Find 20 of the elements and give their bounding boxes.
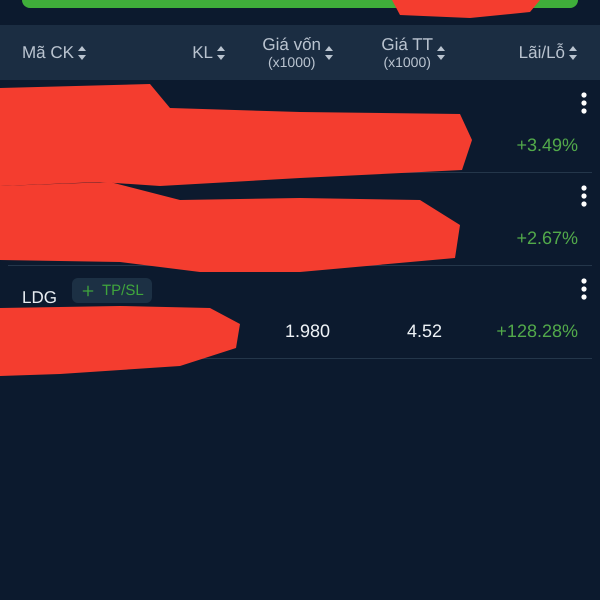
tp-sl-badge[interactable]: TP/SL xyxy=(72,278,152,303)
more-icon[interactable] xyxy=(581,185,587,207)
profit-percent: +128.28% xyxy=(496,320,578,342)
column-header[interactable]: KL xyxy=(192,43,213,62)
column-header[interactable]: Mã CK xyxy=(22,43,74,62)
more-icon[interactable] xyxy=(581,278,587,300)
column-header[interactable]: Giá vốn (x1000) xyxy=(262,34,321,70)
table-cell: 1.980 xyxy=(284,320,330,342)
profit-percent: +3.49% xyxy=(516,134,578,156)
column-header[interactable]: Lãi/Lỗ xyxy=(518,43,565,62)
more-icon[interactable] xyxy=(581,92,587,114)
profit-percent: +2.67% xyxy=(516,228,578,248)
sort-icon[interactable] xyxy=(568,44,578,60)
sort-icon[interactable] xyxy=(324,44,334,60)
sort-icon[interactable] xyxy=(76,44,87,60)
table-cell: 4.52 xyxy=(406,320,442,342)
stock-code: LDG xyxy=(22,288,57,308)
column-header[interactable]: Giá TT (x1000) xyxy=(381,34,433,70)
sort-icon[interactable] xyxy=(216,44,226,60)
sort-icon[interactable] xyxy=(436,44,446,60)
